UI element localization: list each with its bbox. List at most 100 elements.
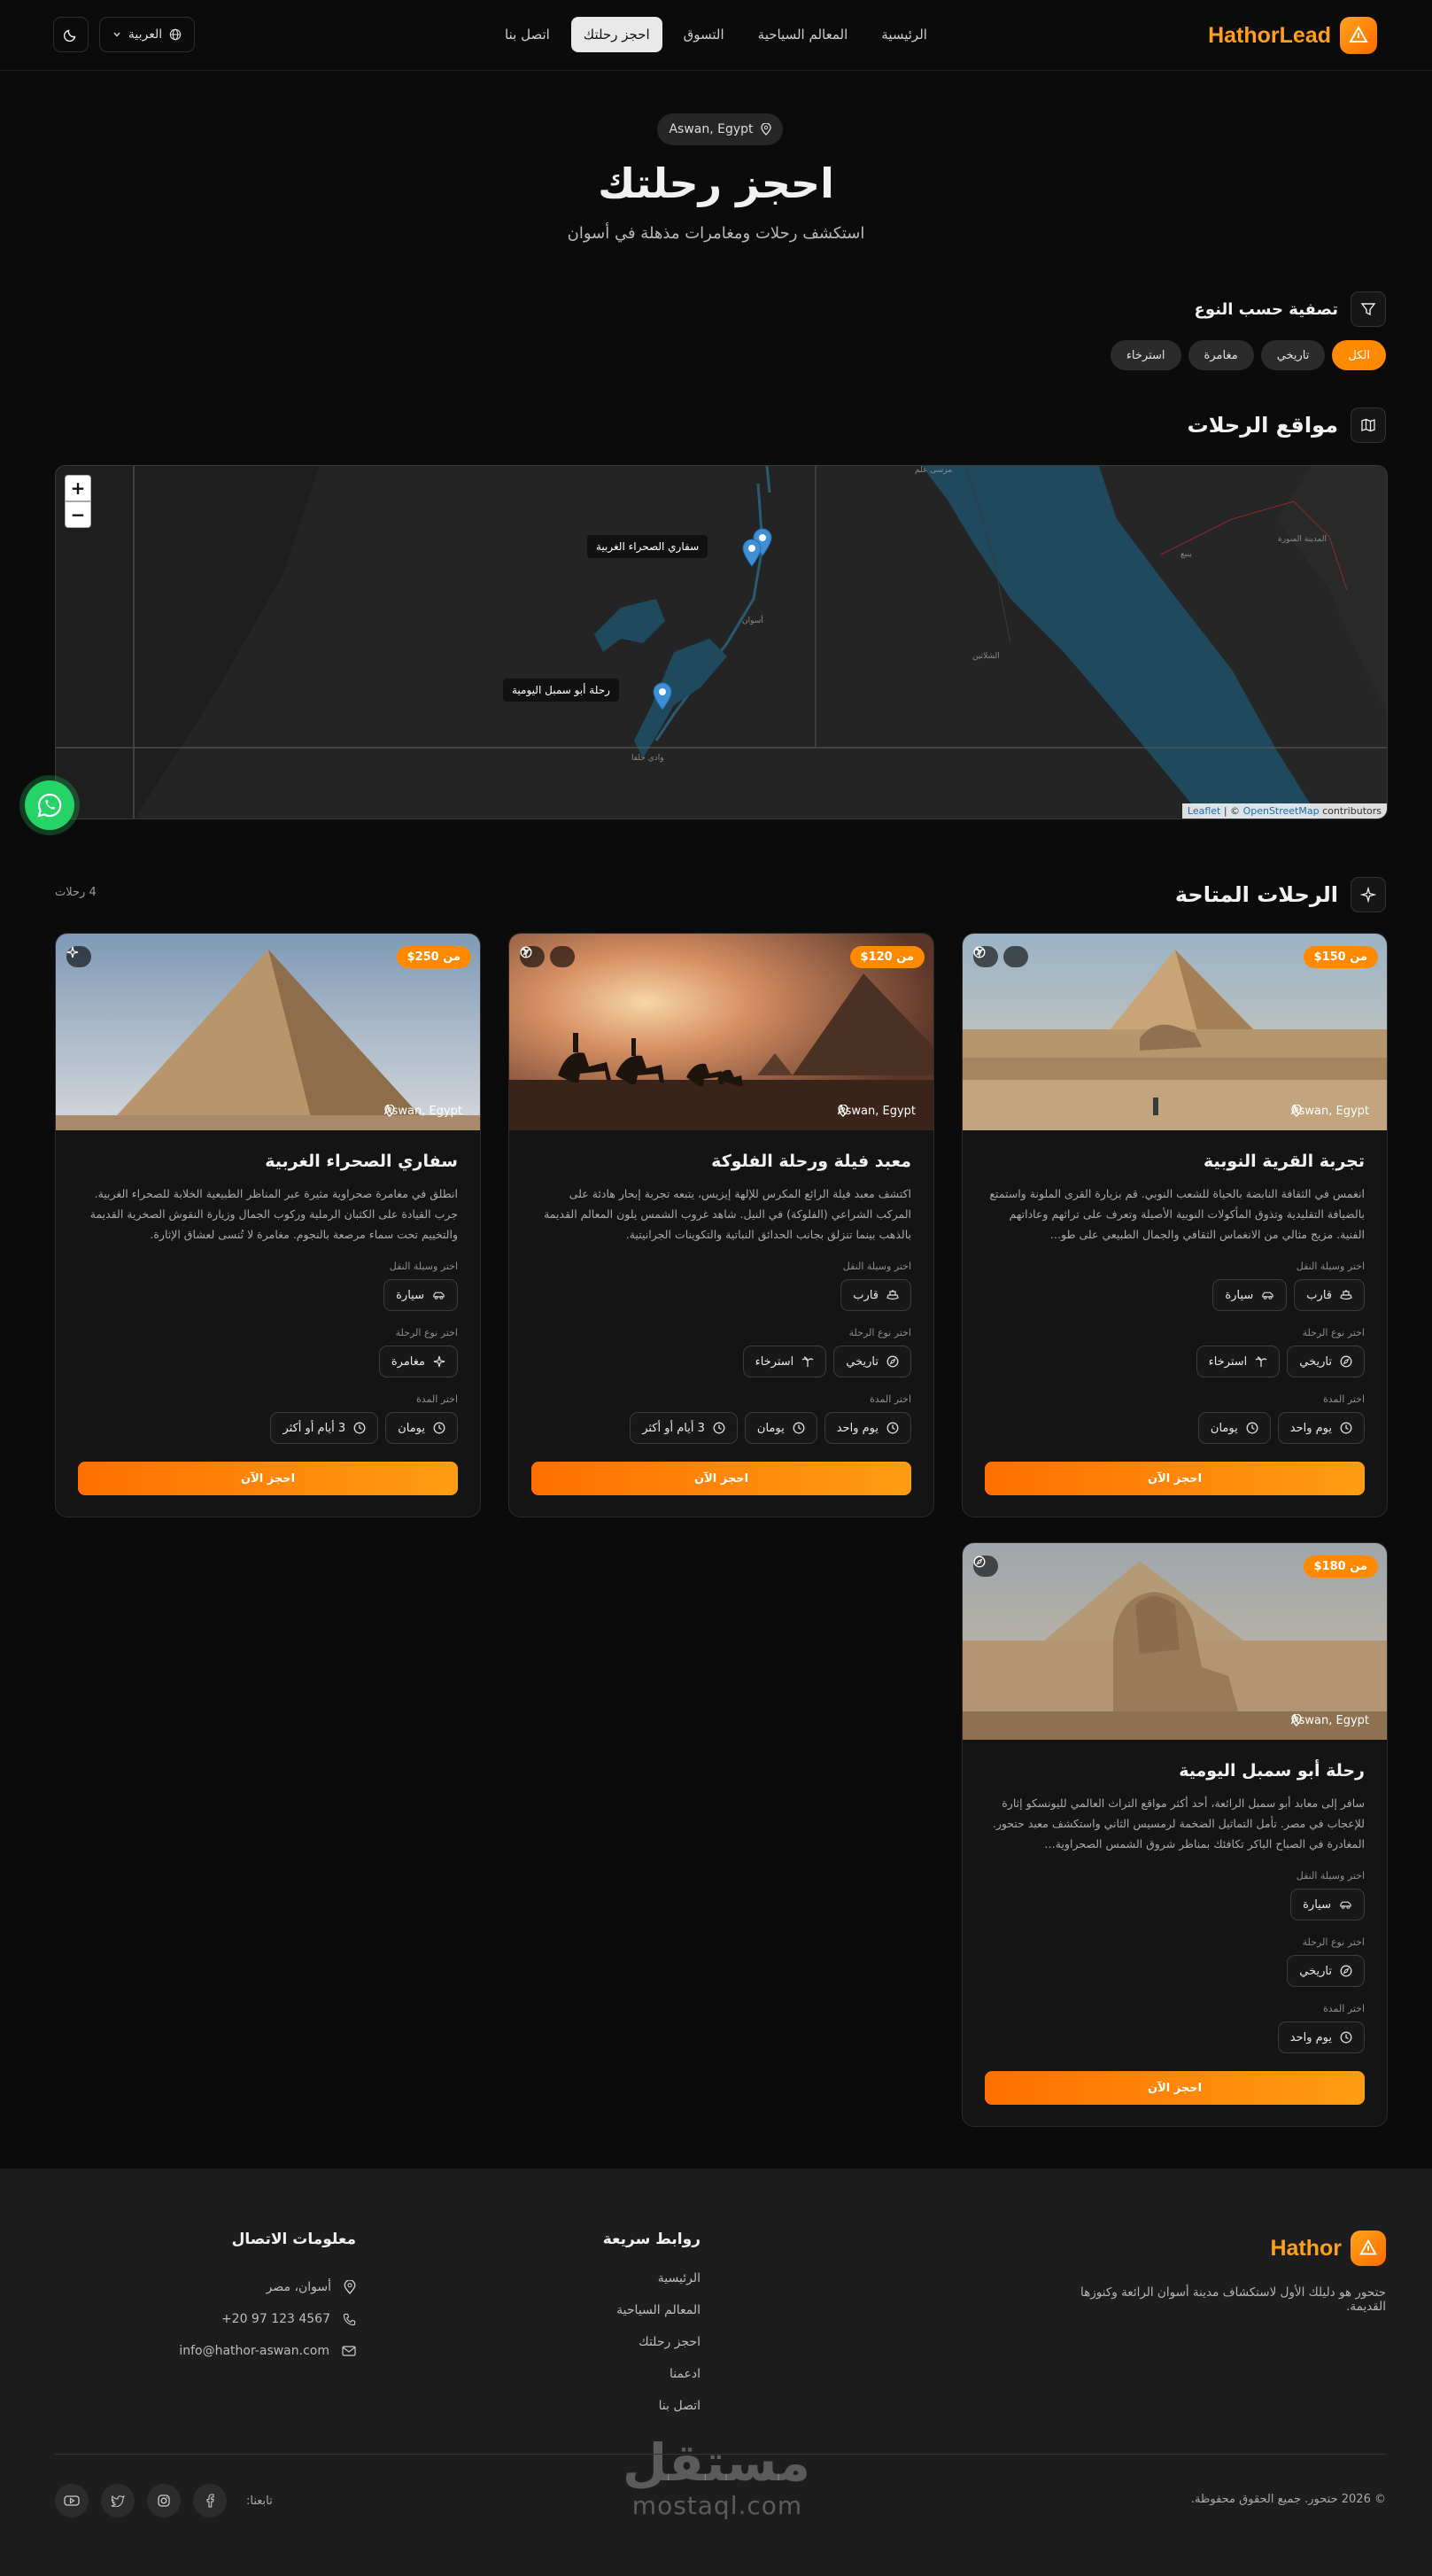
- trip-image-pyramid: من 250$ Aswan, Egypt: [56, 934, 480, 1130]
- nav-contact[interactable]: اتصل بنا: [492, 17, 562, 52]
- clock-icon: [886, 1422, 899, 1434]
- chip-adventure[interactable]: مغامرة: [1188, 340, 1254, 370]
- location-pill: Aswan, Egypt: [657, 113, 783, 145]
- option-one-day[interactable]: يوم واحد: [824, 1412, 911, 1444]
- osm-link[interactable]: OpenStreetMap: [1243, 805, 1320, 817]
- book-now-button[interactable]: احجز الآن: [985, 2071, 1365, 2105]
- clock-icon: [1340, 2031, 1352, 2044]
- option-boat[interactable]: قارب: [1294, 1279, 1365, 1311]
- footer-link-book[interactable]: احجز رحلتك: [523, 2335, 701, 2367]
- mail-icon: [342, 2345, 356, 2357]
- clock-icon: [1246, 1422, 1258, 1434]
- type-label: اختر نوع الرحلة: [395, 1327, 458, 1338]
- card-location: Aswan, Egypt: [384, 1105, 468, 1118]
- compass-icon: [973, 946, 1028, 967]
- attribution-rest: contributors: [1322, 805, 1382, 817]
- option-text: يومان: [398, 1421, 425, 1435]
- nav-book-trip[interactable]: احجز رحلتك: [570, 17, 662, 52]
- theme-toggle-button[interactable]: [53, 17, 89, 52]
- footer-link-support[interactable]: ادعمنا: [523, 2367, 701, 2399]
- youtube-icon[interactable]: [55, 2484, 89, 2518]
- zoom-out-button[interactable]: −: [65, 501, 91, 528]
- whatsapp-button[interactable]: [19, 775, 80, 835]
- watermark-ar: مستقل: [622, 2432, 810, 2493]
- language-selector[interactable]: العربية: [99, 17, 195, 52]
- option-two-days[interactable]: يومان: [1197, 1412, 1271, 1444]
- trip-card-abu-simbel: من 180$ Aswan, Egypt رحلة أبو سمبل اليوم…: [962, 1542, 1388, 2127]
- option-relaxation[interactable]: استرخاء: [742, 1346, 827, 1377]
- ship-icon: [886, 1289, 899, 1301]
- option-adventure[interactable]: مغامرة: [378, 1346, 458, 1377]
- nav-attractions[interactable]: المعالم السياحية: [746, 17, 861, 52]
- map-place-label: المدينة المنورة: [1278, 535, 1327, 544]
- duration-label: اختر المدة: [1322, 1393, 1365, 1405]
- chip-historical[interactable]: تاريخي: [1260, 340, 1326, 370]
- contact-email[interactable]: info@hathor-aswan.com: [143, 2335, 356, 2367]
- map-marker-icon[interactable]: [742, 539, 762, 567]
- chevron-down-icon: [112, 30, 121, 39]
- watermark-en: mostaql.com: [631, 2491, 803, 2520]
- option-boat[interactable]: قارب: [840, 1279, 911, 1311]
- option-two-days[interactable]: يومان: [385, 1412, 458, 1444]
- footer-quick-links: روابط سريعة الرئيسية المعالم السياحية اح…: [523, 2231, 701, 2431]
- facebook-icon[interactable]: [193, 2484, 227, 2518]
- chip-relaxation[interactable]: استرخاء: [1110, 340, 1181, 370]
- option-car[interactable]: سيارة: [1212, 1279, 1288, 1311]
- phone-text: +20 97 123 4567: [221, 2312, 330, 2326]
- footer-link-home[interactable]: الرئيسية: [523, 2271, 701, 2303]
- map-place-label: وادي حلفا: [631, 754, 664, 763]
- option-text: 3 أيام أو أكثر: [283, 1421, 346, 1435]
- chip-all[interactable]: الكل: [1332, 340, 1386, 370]
- nav-shopping[interactable]: التسوق: [671, 17, 737, 52]
- option-text: قارب: [1306, 1288, 1332, 1302]
- option-one-day[interactable]: يوم واحد: [1277, 1412, 1365, 1444]
- compass-icon: [1340, 1355, 1352, 1368]
- option-three-plus-days[interactable]: 3 أيام أو أكثر: [630, 1412, 738, 1444]
- top-header: HathorLead الرئيسية المعالم السياحية الت…: [0, 0, 1432, 71]
- nav-home[interactable]: الرئيسية: [869, 17, 940, 52]
- option-historical[interactable]: تاريخي: [1287, 1955, 1365, 1987]
- footer-link-attractions[interactable]: المعالم السياحية: [523, 2303, 701, 2335]
- option-three-plus-days[interactable]: 3 أيام أو أكثر: [270, 1412, 379, 1444]
- option-historical[interactable]: تاريخي: [1287, 1346, 1365, 1377]
- clock-icon: [353, 1422, 366, 1434]
- book-now-button[interactable]: احجز الآن: [531, 1462, 911, 1495]
- footer-link-contact[interactable]: اتصل بنا: [523, 2399, 701, 2431]
- trips-count: 4 رحلات: [55, 886, 97, 899]
- option-one-day[interactable]: يوم واحد: [1277, 2021, 1365, 2053]
- option-car[interactable]: سيارة: [383, 1279, 458, 1311]
- card-description: انطلق في مغامرة صحراوية مثيرة عبر المناظ…: [89, 1187, 458, 1241]
- ship-icon: [1340, 1289, 1352, 1301]
- follow-label: تابعنا:: [246, 2494, 273, 2508]
- price-badge: من 180$: [1303, 1556, 1378, 1578]
- transport-label: اختر وسيلة النقل: [1296, 1870, 1365, 1882]
- moon-icon: [64, 27, 78, 42]
- footer-brand-name: Hathor: [1270, 2235, 1342, 2261]
- leaflet-link[interactable]: Leaflet: [1188, 805, 1220, 817]
- card-title: سفاري الصحراء الغربية: [265, 1152, 458, 1171]
- sparkles-icon: [1351, 877, 1386, 912]
- option-relaxation[interactable]: استرخاء: [1196, 1346, 1281, 1377]
- duration-label: اختر المدة: [1322, 2003, 1365, 2014]
- contact-phone[interactable]: +20 97 123 4567: [143, 2303, 356, 2335]
- option-two-days[interactable]: يومان: [744, 1412, 817, 1444]
- card-title: تجربة القرية النوبية: [1203, 1152, 1365, 1171]
- sparkles-icon: [66, 946, 91, 967]
- card-location: Aswan, Egypt: [1291, 1714, 1374, 1727]
- clock-icon: [713, 1422, 725, 1434]
- option-text: سيارة: [1303, 1897, 1331, 1912]
- option-historical[interactable]: تاريخي: [833, 1346, 911, 1377]
- book-now-button[interactable]: احجز الآن: [78, 1462, 458, 1495]
- option-car[interactable]: سيارة: [1290, 1889, 1365, 1920]
- card-location: Aswan, Egypt: [838, 1105, 921, 1118]
- zoom-in-button[interactable]: +: [65, 475, 91, 501]
- twitter-icon[interactable]: [101, 2484, 135, 2518]
- whatsapp-icon: [36, 792, 63, 819]
- contact-title: معلومات الاتصال: [231, 2231, 356, 2248]
- trip-map[interactable]: أسوان الشلاتين وادي حلفا المدينة المنورة…: [55, 465, 1388, 819]
- map-pin-icon: [344, 2280, 356, 2294]
- palm-tree-icon: [801, 1355, 814, 1368]
- book-now-button[interactable]: احجز الآن: [985, 1462, 1365, 1495]
- instagram-icon[interactable]: [147, 2484, 181, 2518]
- map-marker-icon[interactable]: [653, 682, 672, 710]
